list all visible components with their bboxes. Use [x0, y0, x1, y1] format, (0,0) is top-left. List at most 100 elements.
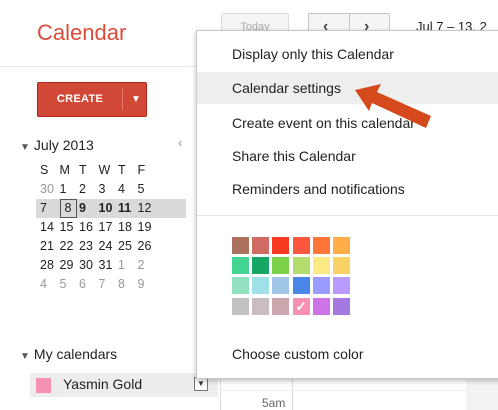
day-column[interactable]: [466, 375, 498, 410]
color-swatch[interactable]: [333, 257, 350, 275]
weekday-label: S: [40, 163, 49, 177]
mini-day[interactable]: 2: [138, 256, 158, 275]
mini-calendar-header[interactable]: ▼ July 2013: [20, 137, 94, 153]
weekday-header-row: SMTWTF: [40, 161, 186, 180]
mini-calendar-week: 14 15 16 17 18 19: [40, 218, 186, 237]
color-swatch[interactable]: [312, 277, 330, 295]
collapse-triangle-icon[interactable]: ▼: [20, 351, 30, 362]
color-swatch[interactable]: [312, 237, 330, 254]
color-swatch[interactable]: [272, 237, 290, 254]
mini-day[interactable]: 6: [79, 275, 99, 294]
header-divider: [0, 66, 218, 67]
mini-day[interactable]: 21: [40, 237, 60, 256]
mini-day[interactable]: 31: [99, 256, 119, 275]
color-swatch[interactable]: [252, 277, 270, 295]
color-swatch[interactable]: [292, 257, 310, 275]
mini-calendar-week: 21 22 23 24 25 26: [40, 237, 186, 256]
mini-day[interactable]: 12: [138, 199, 158, 218]
mini-day[interactable]: 1: [118, 256, 138, 275]
color-swatch[interactable]: [232, 237, 249, 254]
mini-day[interactable]: 14: [40, 218, 60, 237]
mini-calendar-month: July 2013: [33, 137, 94, 153]
color-swatch[interactable]: [292, 277, 310, 295]
mini-calendar-grid: SMTWTF 30 1 2 3 4 5 7 8 9 10 11 12 14 15 16 17 18 19 21…: [36, 161, 186, 294]
mini-day[interactable]: 5: [60, 275, 80, 294]
create-dropdown-icon[interactable]: ▼: [126, 83, 146, 116]
mini-calendar-week: 28 29 30 31 1 2: [40, 256, 186, 275]
mini-day[interactable]: 5: [138, 180, 158, 199]
create-button-label[interactable]: CREATE: [38, 83, 122, 116]
collapse-triangle-icon[interactable]: ▼: [20, 142, 30, 153]
grid-line: [220, 390, 498, 391]
mini-day[interactable]: 7: [40, 199, 60, 218]
calendar-options-menu: Display only this Calendar Calendar sett…: [196, 30, 498, 379]
color-swatch[interactable]: [232, 257, 249, 275]
time-label: 5am: [262, 396, 286, 410]
my-calendars-heading: My calendars: [33, 346, 118, 362]
color-swatch[interactable]: [272, 257, 290, 275]
mini-day[interactable]: 30: [79, 256, 99, 275]
mini-day[interactable]: 26: [138, 237, 158, 256]
menu-item-custom-color[interactable]: Choose custom color: [197, 338, 498, 370]
mini-day[interactable]: 7: [99, 275, 119, 294]
mini-day[interactable]: 15: [60, 218, 80, 237]
color-swatch[interactable]: [333, 277, 350, 295]
weekday-label: F: [137, 163, 146, 177]
mini-day[interactable]: 2: [79, 180, 99, 199]
mini-calendar-week-selected: 7 8 9 10 11 12: [36, 199, 186, 218]
menu-item-share[interactable]: Share this Calendar: [197, 140, 498, 172]
color-swatch[interactable]: [252, 297, 270, 315]
calendar-name[interactable]: Yasmin Gold: [63, 376, 142, 392]
mini-day[interactable]: 25: [118, 237, 138, 256]
menu-divider: [197, 215, 498, 216]
mini-day[interactable]: 30: [40, 180, 60, 199]
mini-day[interactable]: 8: [118, 275, 138, 294]
mini-calendar-prev-icon[interactable]: ‹: [178, 135, 182, 150]
menu-item-calendar-settings[interactable]: Calendar settings: [197, 72, 498, 104]
calendar-dropdown-icon[interactable]: ▼: [194, 377, 208, 391]
color-swatch[interactable]: [252, 257, 270, 275]
color-swatch[interactable]: [292, 237, 310, 254]
color-swatch[interactable]: [252, 237, 270, 254]
menu-item-create-event[interactable]: Create event on this calendar: [197, 107, 498, 139]
create-button[interactable]: CREATE ▼: [37, 82, 147, 117]
mini-day[interactable]: 29: [60, 256, 80, 275]
mini-day[interactable]: 17: [99, 218, 119, 237]
color-swatch[interactable]: [272, 297, 290, 315]
mini-day[interactable]: 16: [79, 218, 99, 237]
mini-day[interactable]: 4: [118, 180, 138, 199]
menu-item-reminders[interactable]: Reminders and notifications: [197, 173, 498, 205]
mini-day[interactable]: 19: [138, 218, 158, 237]
color-swatch[interactable]: [333, 297, 350, 315]
calendar-color-swatch: [36, 378, 51, 393]
my-calendars-header[interactable]: ▼ My calendars: [20, 346, 117, 362]
mini-day[interactable]: 10: [99, 199, 119, 218]
color-swatch[interactable]: [312, 297, 330, 315]
color-swatch[interactable]: [312, 257, 330, 275]
mini-day[interactable]: 28: [40, 256, 60, 275]
mini-day[interactable]: 23: [79, 237, 99, 256]
mini-day-today[interactable]: 8: [59, 199, 77, 218]
menu-item-display-only[interactable]: Display only this Calendar: [197, 38, 498, 70]
mini-day[interactable]: 4: [40, 275, 60, 294]
app-title: Calendar: [37, 20, 127, 45]
mini-day[interactable]: 11: [118, 199, 138, 218]
mini-day[interactable]: 9: [79, 199, 99, 218]
weekday-label: T: [118, 163, 126, 177]
color-swatch[interactable]: [272, 277, 290, 295]
weekday-label: T: [79, 163, 87, 177]
mini-day[interactable]: 18: [118, 218, 138, 237]
color-swatch-selected[interactable]: ✓: [292, 297, 310, 315]
annotation-arrow-icon: [355, 84, 431, 128]
color-swatch[interactable]: [333, 237, 350, 254]
color-swatch[interactable]: [232, 277, 249, 295]
mini-day[interactable]: 9: [138, 275, 158, 294]
weekday-label: W: [98, 163, 111, 177]
mini-calendar-week: 30 1 2 3 4 5: [40, 180, 186, 199]
mini-day[interactable]: 1: [60, 180, 80, 199]
mini-day[interactable]: 24: [99, 237, 119, 256]
mini-day[interactable]: 3: [99, 180, 119, 199]
mini-day[interactable]: 22: [60, 237, 80, 256]
color-swatch[interactable]: [232, 297, 249, 315]
calendar-list-item[interactable]: Yasmin Gold ▼: [30, 373, 218, 397]
